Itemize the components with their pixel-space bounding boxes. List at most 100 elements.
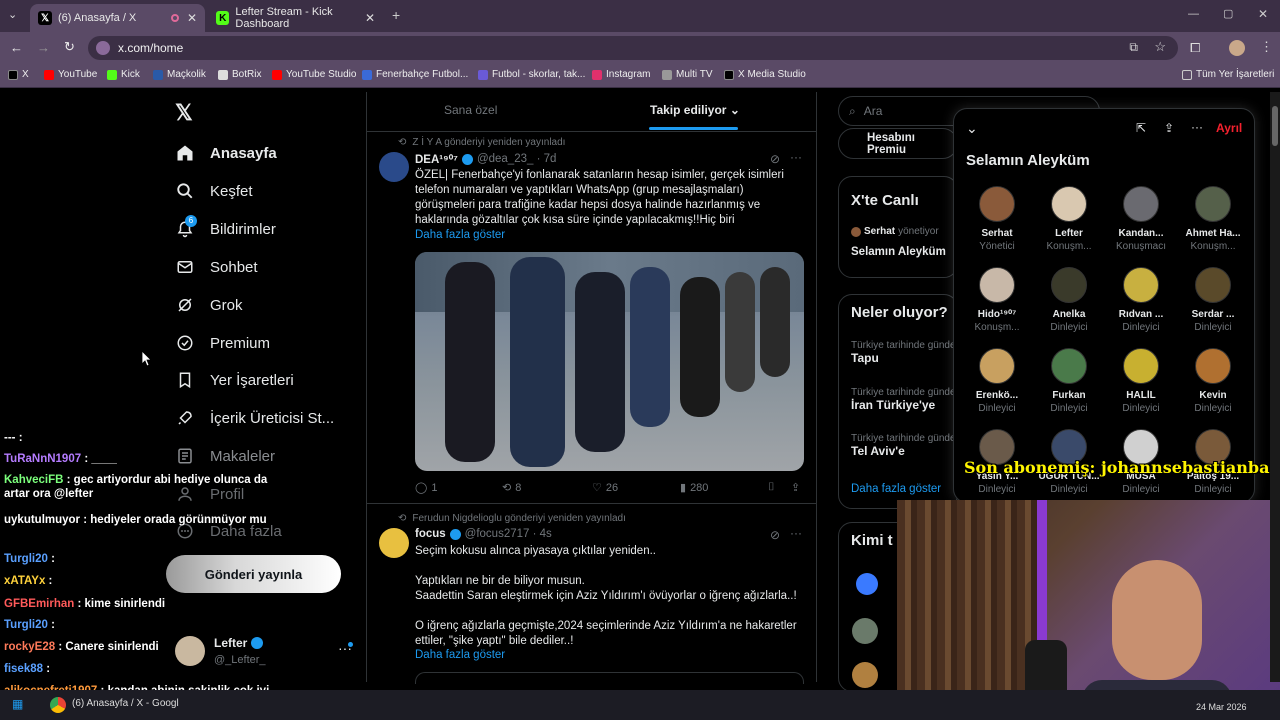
nav-bookmarks[interactable]: Yer İşaretleri	[175, 370, 294, 390]
space-participant[interactable]: Anelka Dinleyici	[1033, 267, 1105, 333]
bookmark-youtube-studio[interactable]: YouTube Studio	[272, 69, 356, 80]
trend-item[interactable]: Türkiye tarihinde günde Tel Aviv'e	[851, 433, 955, 458]
space-participant[interactable]: Furkan Dinleyici	[1033, 348, 1105, 414]
participant-role: Dinleyici	[1050, 403, 1088, 414]
like-button[interactable]: ♡ 26	[592, 481, 618, 495]
cast-icon[interactable]: ⧉	[1129, 40, 1138, 55]
tweet-handle: @focus2717 · 4s	[464, 528, 552, 540]
space-more-icon[interactable]: ···	[1191, 120, 1203, 134]
reply-button[interactable]: ◯ 1	[415, 481, 437, 495]
docking-icon[interactable]: ⇱	[1136, 121, 1146, 135]
repost-icon: ⟲	[398, 137, 407, 148]
tab-search-icon[interactable]: ⌄	[8, 8, 17, 21]
quoted-card	[415, 672, 804, 684]
space-participant[interactable]: Erenkö... Dinleyici	[961, 348, 1033, 414]
url-text: x.com/home	[118, 41, 184, 55]
tab-for-you[interactable]: Sana özel	[444, 103, 497, 117]
scrollbar-thumb[interactable]	[1272, 106, 1278, 146]
live-space-name[interactable]: Selamın Aleyküm	[851, 246, 946, 258]
menu-icon[interactable]: ⋮	[1260, 39, 1273, 55]
trend-item[interactable]: Türkiye tarihinde günde İran Türkiye'ye	[851, 387, 955, 412]
taskbar: ▦ (6) Anasayfa / X - Googl 24 Mar 2026	[0, 690, 1280, 720]
nav-notifications[interactable]: 6 Bildirimler	[175, 215, 276, 239]
premium-button[interactable]: Hesabını Premiu	[838, 128, 958, 159]
tweet-image[interactable]	[415, 252, 804, 471]
space-participant[interactable]: Serhat Yönetici	[961, 186, 1033, 252]
profile-avatar-icon[interactable]	[1229, 40, 1245, 56]
space-participant[interactable]: Rıdvan ... Dinleyici	[1105, 267, 1177, 333]
space-participant[interactable]: Kevin Dinleyici	[1177, 348, 1249, 414]
tweet-avatar[interactable]	[379, 528, 409, 558]
chat-message: KahveciFB : gec artiyordur abi hediye ol…	[4, 474, 268, 500]
chat-text: ____	[91, 453, 117, 465]
reload-icon[interactable]: ↻	[64, 39, 75, 55]
x-logo-icon[interactable]: 𝕏	[175, 100, 193, 126]
bookmark-youtube[interactable]: YouTube	[44, 69, 97, 80]
space-participant[interactable]: Hido¹⁹⁰⁷ Konuşm...	[961, 267, 1033, 333]
windows-start-icon[interactable]: ▦	[12, 697, 23, 711]
nav-grok[interactable]: Grok	[175, 295, 243, 315]
show-more-trends-link[interactable]: Daha fazla göster	[851, 483, 941, 495]
back-icon[interactable]: ←	[10, 40, 23, 55]
forward-icon[interactable]: →	[37, 40, 50, 55]
maximize-icon[interactable]: ▢	[1223, 7, 1233, 20]
close-tab-icon[interactable]: ✕	[365, 11, 375, 25]
collapse-icon[interactable]: ⌄	[966, 120, 978, 137]
tweet-more-icon[interactable]: ···	[790, 150, 802, 164]
nav-premium[interactable]: Premium	[175, 333, 270, 353]
url-field[interactable]: x.com/home ⧉ ☆	[88, 36, 1178, 60]
repost-button[interactable]: ⟲ 8	[502, 481, 521, 495]
space-participant[interactable]: HALİL Dinleyici	[1105, 348, 1177, 414]
show-more-link[interactable]: Daha fazla göster	[415, 229, 505, 241]
window-close-icon[interactable]: ✕	[1258, 7, 1268, 21]
scrollbar[interactable]	[1270, 92, 1280, 682]
taskbar-app-label[interactable]: (6) Anasayfa / X - Googl	[72, 698, 179, 709]
nav-messages[interactable]: Sohbet	[175, 257, 258, 277]
new-tab-icon[interactable]: +	[392, 7, 400, 23]
tab-following[interactable]: Takip ediliyor ⌄	[650, 103, 740, 117]
bookmark-kick[interactable]: Kick	[107, 69, 140, 80]
suggestion-avatar[interactable]	[852, 662, 878, 688]
close-tab-icon[interactable]: ✕	[187, 11, 197, 25]
tweet-more-icon[interactable]: ···	[790, 526, 802, 540]
trend-item[interactable]: Türkiye tarihinde günde Tapu	[851, 340, 955, 365]
bookmark-x[interactable]: X	[8, 69, 29, 80]
participant-name: Ahmet Ha...	[1185, 228, 1241, 239]
bookmark-x-media-studio[interactable]: X Media Studio	[724, 69, 806, 80]
space-participant[interactable]: Lefter Konuşm...	[1033, 186, 1105, 252]
tweet-author[interactable]: focus	[415, 528, 446, 540]
leave-space-button[interactable]: Ayrıl	[1216, 121, 1242, 135]
share-icon[interactable]: ⇪	[1164, 121, 1174, 135]
extensions-icon[interactable]: ⧠	[1190, 40, 1200, 56]
bookmark-multitv[interactable]: Multi TV	[662, 69, 713, 80]
site-info-icon[interactable]	[96, 41, 110, 55]
nav-home[interactable]: Anasayfa	[175, 143, 277, 163]
bookmark-mackolik[interactable]: Maçkolik	[153, 69, 206, 80]
tweet-author[interactable]: DEA¹⁹⁰⁷	[415, 152, 458, 166]
suggestion-avatar[interactable]	[852, 618, 878, 644]
minimize-icon[interactable]: —	[1188, 8, 1199, 20]
participant-role: Dinleyici	[1194, 322, 1232, 333]
space-participant[interactable]: Kandan... Konuşmacı	[1105, 186, 1177, 252]
space-participant[interactable]: Serdar ... Dinleyici	[1177, 267, 1249, 333]
space-participant[interactable]: Ahmet Ha... Konuşm...	[1177, 186, 1249, 252]
nav-creator-studio[interactable]: İçerik Üreticisi St...	[175, 408, 334, 428]
views-button[interactable]: ▮ 280	[680, 481, 708, 495]
grok-icon[interactable]: ⊘	[770, 152, 780, 166]
browser-tab-x[interactable]: 𝕏 (6) Anasayfa / X ✕	[30, 4, 205, 32]
grok-icon[interactable]: ⊘	[770, 528, 780, 542]
bookmark-botrix[interactable]: BotRix	[218, 69, 261, 80]
bookmark-instagram[interactable]: Instagram	[592, 69, 650, 80]
chrome-icon[interactable]	[50, 697, 66, 713]
nav-explore[interactable]: Keşfet	[175, 181, 253, 201]
all-bookmarks[interactable]: Tüm Yer İşaretleri	[1182, 69, 1274, 80]
browser-tab-kick[interactable]: K Lefter Stream - Kick Dashboard ✕	[208, 4, 383, 32]
show-more-link[interactable]: Daha fazla göster	[415, 649, 505, 661]
star-icon[interactable]: ☆	[1154, 39, 1166, 55]
bookmark-futbol[interactable]: Futbol - skorlar, tak...	[478, 69, 585, 80]
bookmark-button[interactable]: ⌷	[768, 481, 775, 494]
bookmark-fenerbahce[interactable]: Fenerbahçe Futbol...	[362, 69, 468, 80]
suggestion-avatar[interactable]	[856, 573, 878, 595]
share-button[interactable]: ⇪	[791, 481, 800, 494]
tweet-avatar[interactable]	[379, 152, 409, 182]
